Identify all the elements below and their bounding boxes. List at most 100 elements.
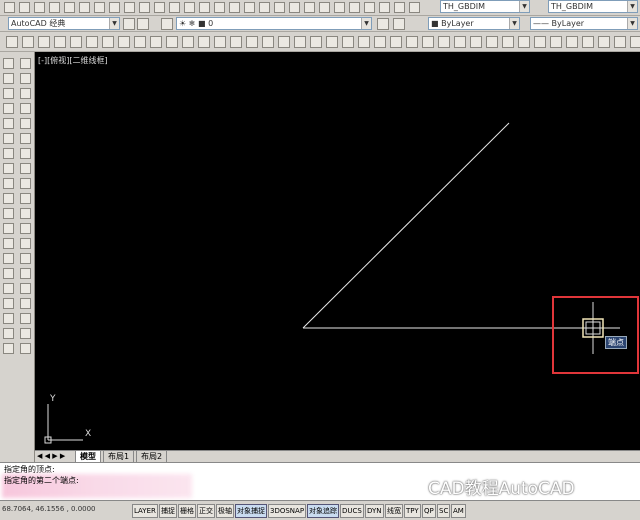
tool-button[interactable]: [20, 163, 31, 174]
tool-button[interactable]: [20, 193, 31, 204]
status-toggle-3[interactable]: 正交: [197, 504, 215, 518]
toolbar-button[interactable]: [118, 36, 130, 48]
toolbar-button[interactable]: [374, 36, 386, 48]
toolbar-button[interactable]: [379, 2, 390, 13]
tool-button[interactable]: [20, 118, 31, 129]
toolbar-button[interactable]: [154, 2, 165, 13]
tool-button[interactable]: [20, 208, 31, 219]
dimstyle-combo-2[interactable]: TH_GBDIM ▼: [548, 0, 638, 13]
toolbar-button[interactable]: [409, 2, 420, 13]
toolbar-button[interactable]: [304, 2, 315, 13]
toolbar-button[interactable]: [486, 36, 498, 48]
toolbar-button[interactable]: [34, 2, 45, 13]
toolbar-button[interactable]: [139, 2, 150, 13]
tool-button[interactable]: [20, 313, 31, 324]
tool-button[interactable]: [20, 238, 31, 249]
toolbar-button[interactable]: [358, 36, 370, 48]
toolbar-button[interactable]: [278, 36, 290, 48]
tool-button[interactable]: [3, 268, 14, 279]
toolbar-button[interactable]: [214, 2, 225, 13]
toolbar-button[interactable]: [550, 36, 562, 48]
tool-button[interactable]: [3, 193, 14, 204]
tool-button[interactable]: [3, 313, 14, 324]
toolbar-button[interactable]: [124, 2, 135, 13]
status-toggle-4[interactable]: 极轴: [216, 504, 234, 518]
toolbar-button[interactable]: [214, 36, 226, 48]
tool-button[interactable]: [3, 73, 14, 84]
tool-button[interactable]: [3, 103, 14, 114]
toolbar-button[interactable]: [598, 36, 610, 48]
tool-button[interactable]: [20, 148, 31, 159]
tool-button[interactable]: [20, 103, 31, 114]
lineweight-combo[interactable]: —— ByLayer ▼: [530, 17, 638, 30]
tool-button[interactable]: [20, 298, 31, 309]
toolbar-button[interactable]: [109, 2, 120, 13]
toolbar-button[interactable]: [422, 36, 434, 48]
toolbar-button[interactable]: [182, 36, 194, 48]
tool-button[interactable]: [3, 238, 14, 249]
tool-button[interactable]: [3, 283, 14, 294]
linetype-combo[interactable]: ■ ByLayer ▼: [428, 17, 520, 30]
toolbar-button[interactable]: [49, 2, 60, 13]
toolbar-button[interactable]: [246, 36, 258, 48]
toolbar-button[interactable]: [262, 36, 274, 48]
tool-button[interactable]: [20, 58, 31, 69]
toolbar-button[interactable]: [406, 36, 418, 48]
toolbar-button[interactable]: [614, 36, 626, 48]
toolbar-button[interactable]: [334, 2, 345, 13]
tool-button[interactable]: [3, 253, 14, 264]
tool-button[interactable]: [3, 118, 14, 129]
toolbar-button[interactable]: [184, 2, 195, 13]
toolbar-button[interactable]: [364, 2, 375, 13]
toolbar-button[interactable]: [19, 2, 30, 13]
toolbar-button[interactable]: [79, 2, 90, 13]
tool-button[interactable]: [20, 253, 31, 264]
toolbar-button[interactable]: [326, 36, 338, 48]
tool-button[interactable]: [3, 163, 14, 174]
toolbar-button[interactable]: [198, 36, 210, 48]
tool-button[interactable]: [3, 178, 14, 189]
tool-button[interactable]: [20, 88, 31, 99]
status-toggle-6[interactable]: 3DOSNAP: [268, 504, 307, 518]
toolbar-button[interactable]: [229, 2, 240, 13]
toolbar-button[interactable]: [394, 2, 405, 13]
tool-button[interactable]: [20, 223, 31, 234]
toolbar-button[interactable]: [349, 2, 360, 13]
toolbar-button[interactable]: [502, 36, 514, 48]
tool-button[interactable]: [20, 73, 31, 84]
tool-button[interactable]: [3, 223, 14, 234]
status-toggle-9[interactable]: DYN: [365, 504, 384, 518]
status-toggle-11[interactable]: TPY: [404, 504, 421, 518]
tool-button[interactable]: [20, 343, 31, 354]
status-toggle-12[interactable]: QP: [422, 504, 436, 518]
tool-button[interactable]: [20, 268, 31, 279]
workspace-settings-icon[interactable]: [123, 18, 135, 30]
toolbar-button[interactable]: [244, 2, 255, 13]
toolbar-button[interactable]: [289, 2, 300, 13]
status-toggle-2[interactable]: 栅格: [178, 504, 196, 518]
angled-line[interactable]: [302, 122, 510, 329]
toolbar-button[interactable]: [319, 2, 330, 13]
toolbar-button[interactable]: [199, 2, 210, 13]
status-toggle-14[interactable]: AM: [451, 504, 466, 518]
tool-button[interactable]: [3, 343, 14, 354]
toolbar-button[interactable]: [169, 2, 180, 13]
status-toggle-8[interactable]: DUCS: [340, 504, 364, 518]
tool-button[interactable]: [3, 328, 14, 339]
dimstyle-combo-1[interactable]: TH_GBDIM ▼: [440, 0, 530, 13]
drawing-area[interactable]: [-][俯视][二维线框] Y X 端点: [35, 52, 640, 450]
status-toggle-5[interactable]: 对象捕捉: [235, 504, 267, 518]
tab-nav-arrows[interactable]: ◀ ◀ ▶ ▶: [37, 452, 65, 460]
toolbar-button[interactable]: [274, 2, 285, 13]
tool-button[interactable]: [20, 283, 31, 294]
status-toggle-7[interactable]: 对象追踪: [307, 504, 339, 518]
status-toggle-1[interactable]: 捕捉: [159, 504, 177, 518]
status-toggle-13[interactable]: SC: [437, 504, 451, 518]
toolbar-button[interactable]: [102, 36, 114, 48]
toolbar-button[interactable]: [22, 36, 34, 48]
toolbar-button[interactable]: [310, 36, 322, 48]
toolbar-button[interactable]: [70, 36, 82, 48]
tool-button[interactable]: [3, 148, 14, 159]
toolbar-button[interactable]: [54, 36, 66, 48]
toolbar-button[interactable]: [230, 36, 242, 48]
